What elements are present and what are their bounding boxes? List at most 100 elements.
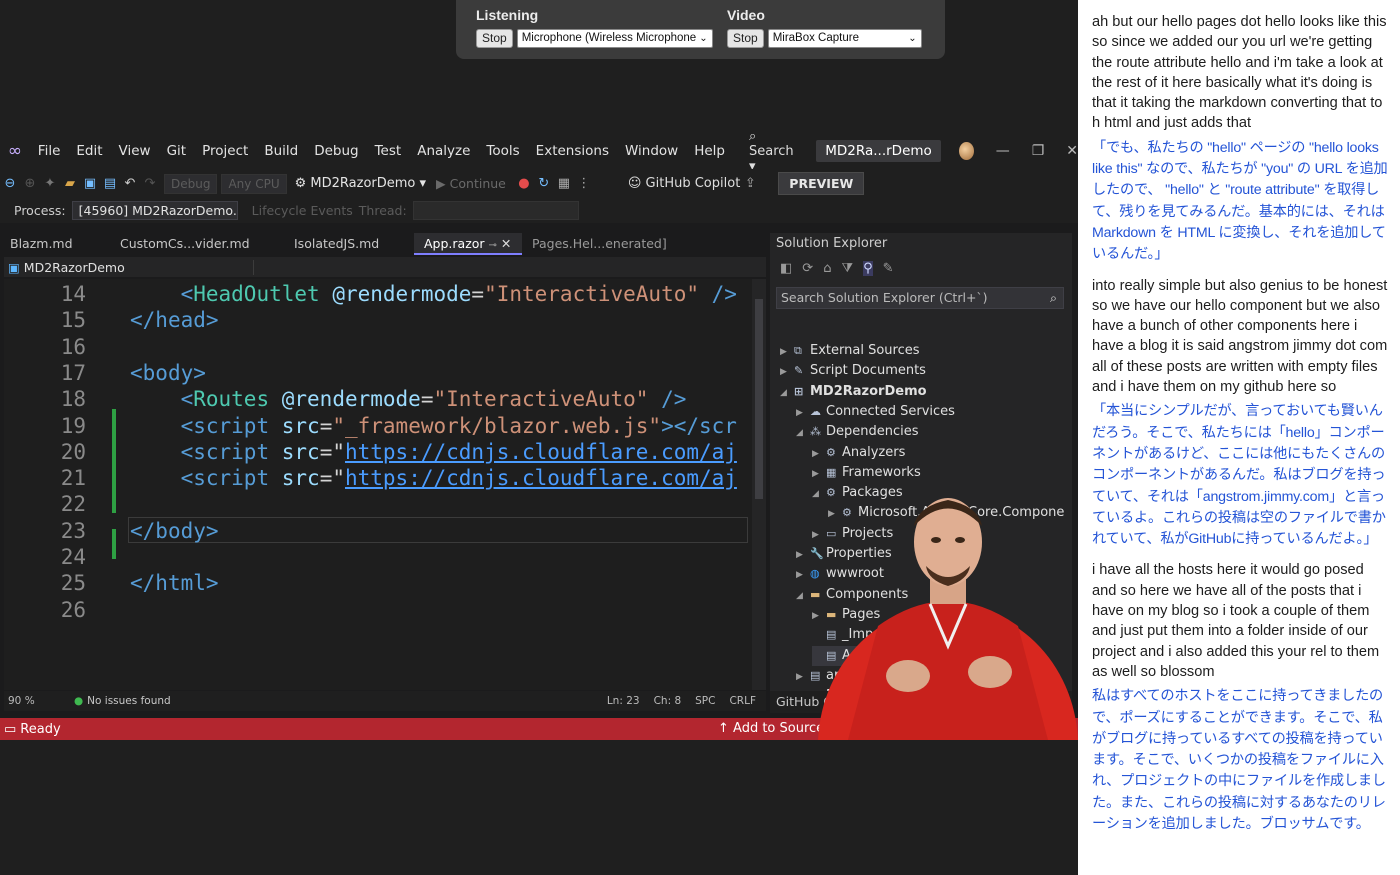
sync-icon[interactable]: ⟳ xyxy=(802,261,813,276)
code-line[interactable]: 23 </body> xyxy=(4,518,766,544)
chevron-down-icon[interactable]: ◢ xyxy=(780,383,794,403)
chevron-right-icon[interactable]: ▶ xyxy=(796,403,810,423)
menu-edit[interactable]: Edit xyxy=(68,143,110,159)
code-line[interactable]: 16 xyxy=(4,334,766,360)
navigate-forward-icon[interactable]: ⊕ xyxy=(20,176,40,191)
code-line[interactable]: 20 <script src="https://cdnjs.cloudflare… xyxy=(4,439,766,465)
layout-icon[interactable]: ▦ xyxy=(554,176,574,191)
tree-item[interactable]: ▶ ⧉ External Sources xyxy=(780,341,920,361)
menu-git[interactable]: Git xyxy=(159,143,195,159)
navigate-back-icon[interactable]: ⊖ xyxy=(0,176,20,191)
code-line[interactable]: 21 <script src="https://cdnjs.cloudflare… xyxy=(4,465,766,491)
chevron-down-icon[interactable]: ◢ xyxy=(796,423,810,443)
solution-name-badge[interactable]: MD2Ra...rDemo xyxy=(816,140,941,162)
code-line[interactable]: 19 <script src="_framework/blazor.web.js… xyxy=(4,413,766,439)
project-dropdown[interactable]: ▣ MD2RazorDemo xyxy=(4,259,254,275)
menu-tools[interactable]: Tools xyxy=(478,143,527,159)
open-folder-icon[interactable]: ▰ xyxy=(60,176,80,191)
menu-project[interactable]: Project xyxy=(194,143,256,159)
tab-app-razor[interactable]: App.razor ⊸ ✕ xyxy=(414,233,522,255)
scrollbar-thumb[interactable] xyxy=(755,299,763,499)
menu-test[interactable]: Test xyxy=(367,143,410,159)
chevron-right-icon[interactable]: ▶ xyxy=(780,362,794,382)
code-line[interactable]: 15 </head> xyxy=(4,307,766,333)
filter-icon[interactable]: ⧩ xyxy=(841,261,853,276)
toggle-view-icon[interactable]: ⚲ xyxy=(863,260,873,276)
back-icon[interactable]: ◧ xyxy=(780,261,792,276)
chevron-right-icon[interactable]: ▶ xyxy=(796,667,810,687)
chevron-right-icon[interactable]: ▶ xyxy=(796,565,810,585)
github-copilot-button[interactable]: ☺ GitHub Copilot xyxy=(628,176,740,191)
process-select[interactable]: [45960] MD2RazorDemo. xyxy=(71,201,238,220)
align-icon[interactable]: ⋮ xyxy=(574,176,594,191)
menu-debug[interactable]: Debug xyxy=(306,143,366,159)
chevron-right-icon[interactable]: ▶ xyxy=(780,342,794,362)
whitespace-mode[interactable]: SPC xyxy=(695,695,715,707)
menu-file[interactable]: File xyxy=(30,143,69,159)
code-line[interactable]: 18 <Routes @rendermode="InteractiveAuto"… xyxy=(4,386,766,412)
pin-icon[interactable]: ⊸ xyxy=(489,240,497,251)
lifecycle-events-button[interactable]: Lifecycle Events xyxy=(252,203,353,218)
close-icon[interactable]: ✕ xyxy=(1066,143,1078,159)
save-all-icon[interactable]: ▤ xyxy=(100,176,120,191)
platform-select[interactable]: Any CPU xyxy=(221,173,287,194)
minimize-icon[interactable]: — xyxy=(996,143,1010,159)
configuration-select[interactable]: Debug xyxy=(164,173,218,194)
debug-location-toolbar: Process: [45960] MD2RazorDemo. Lifecycle… xyxy=(0,198,1078,223)
tab-isolatedjs-md[interactable]: IsolatedJS.md xyxy=(284,233,414,255)
code-line[interactable]: 17 <body> xyxy=(4,360,766,386)
issues-indicator[interactable]: ● No issues found xyxy=(74,695,171,707)
tree-item[interactable]: ▶ ✎ Script Documents xyxy=(780,361,926,381)
chevron-right-icon[interactable]: ▶ xyxy=(796,545,810,565)
editor-scrollbar[interactable] xyxy=(752,279,766,690)
audio-stop-button[interactable]: Stop xyxy=(476,29,513,48)
stop-debugging-icon[interactable]: ● xyxy=(514,176,534,191)
tree-item-label: Script Documents xyxy=(810,363,926,379)
tree-item[interactable]: ▶ ⚙ Analyzers xyxy=(812,443,905,463)
close-tab-icon[interactable]: ✕ xyxy=(501,236,511,251)
tab-customcs-provider-md[interactable]: CustomCs...vider.md xyxy=(110,233,284,255)
code-line[interactable]: 14 <HeadOutlet @rendermode="InteractiveA… xyxy=(4,281,766,307)
run-target-button[interactable]: ⚙ MD2RazorDemo ▾ xyxy=(295,176,426,191)
tree-item-label: Dependencies xyxy=(826,424,919,440)
undo-icon[interactable]: ↶ xyxy=(120,176,140,191)
tree-item[interactable]: ◢ ⁂ Dependencies xyxy=(796,422,919,442)
properties-icon[interactable]: ✎ xyxy=(883,261,894,276)
solution-search-input[interactable]: Search Solution Explorer (Ctrl+`) ⌕ xyxy=(776,287,1064,309)
new-item-icon[interactable]: ✦ xyxy=(40,176,60,191)
restart-icon[interactable]: ↻ xyxy=(534,176,554,191)
restore-icon[interactable]: ❐ xyxy=(1032,143,1045,159)
tree-item[interactable]: ◢ ⊞ MD2RazorDemo xyxy=(780,382,927,402)
code-line[interactable]: 25 </html> xyxy=(4,570,766,596)
code-editor[interactable]: 14 <HeadOutlet @rendermode="InteractiveA… xyxy=(4,279,766,690)
zoom-level[interactable]: 90 % xyxy=(4,695,60,707)
code-line[interactable]: 24 xyxy=(4,544,766,570)
thread-select[interactable] xyxy=(412,201,579,220)
menu-build[interactable]: Build xyxy=(256,143,306,159)
share-icon[interactable]: ⇪ xyxy=(740,176,760,191)
menu-window[interactable]: Window xyxy=(617,143,686,159)
save-icon[interactable]: ▣ xyxy=(80,176,100,191)
continue-button[interactable]: ▶ Continue xyxy=(436,176,506,191)
menu-extensions[interactable]: Extensions xyxy=(528,143,617,159)
video-stop-button[interactable]: Stop xyxy=(727,29,764,48)
line-ending[interactable]: CRLF xyxy=(729,695,756,707)
code-line[interactable]: 22 xyxy=(4,491,766,517)
chevron-right-icon[interactable]: ▶ xyxy=(812,444,826,464)
tree-item[interactable]: ▶ ☁ Connected Services xyxy=(796,402,955,422)
tab-pages-hello-generated[interactable]: Pages.Hel...enerated] xyxy=(522,233,692,255)
audio-device-select[interactable]: Microphone (Wireless Microphone ⌄ xyxy=(516,29,713,48)
avatar[interactable] xyxy=(958,142,974,160)
code-line[interactable]: 26 xyxy=(4,597,766,623)
chevron-down-icon[interactable]: ◢ xyxy=(796,586,810,606)
video-device-select[interactable]: MiraBox Capture ⌄ xyxy=(767,29,922,48)
menu-help[interactable]: Help xyxy=(686,143,733,159)
solution-search-placeholder: Search Solution Explorer (Ctrl+`) xyxy=(781,290,988,305)
redo-icon[interactable]: ↷ xyxy=(140,176,160,191)
home-icon[interactable]: ⌂ xyxy=(823,261,831,276)
preview-button[interactable]: PREVIEW xyxy=(778,172,865,195)
menu-analyze[interactable]: Analyze xyxy=(409,143,478,159)
menu-view[interactable]: View xyxy=(111,143,159,159)
search-button[interactable]: ⌕ Search ▾ xyxy=(743,133,810,174)
tab-blazm-md[interactable]: Blazm.md xyxy=(0,233,110,255)
